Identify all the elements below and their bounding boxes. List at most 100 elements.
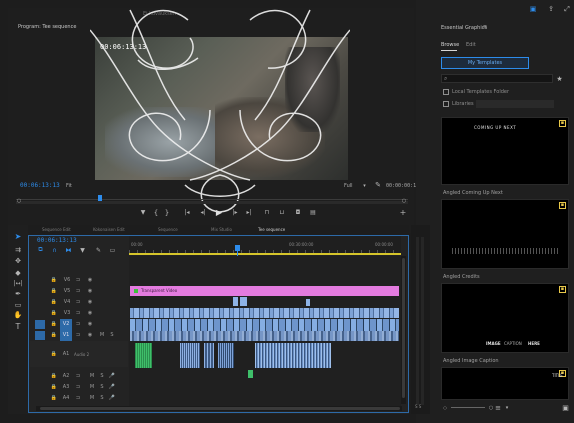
timeline-ruler[interactable]: 00:00 00:30:00:00 00:00:00	[129, 236, 401, 255]
type-tool-icon[interactable]: T	[12, 321, 24, 331]
solo-icon[interactable]: S	[98, 382, 106, 393]
eye-icon[interactable]: ◉	[86, 275, 94, 286]
new-layer-icon[interactable]: ▣	[561, 403, 570, 412]
lock-icon[interactable]: 🔒	[50, 393, 58, 404]
eye-icon[interactable]: ◉	[86, 308, 94, 319]
thumbnail-size-slider[interactable]	[451, 407, 485, 408]
go-to-in-icon[interactable]: |◂	[182, 207, 192, 218]
lock-icon[interactable]: 🔒	[50, 382, 58, 393]
left-handle-icon[interactable]: ○	[16, 198, 22, 204]
mic-icon[interactable]: 🎤	[108, 382, 116, 393]
lock-icon[interactable]: 🔒	[50, 286, 58, 297]
audio-clip[interactable]	[218, 343, 234, 368]
mic-icon[interactable]: 🎤	[108, 371, 116, 382]
lock-icon[interactable]: 🔒	[50, 319, 58, 330]
hand-tool-icon[interactable]: ✋	[12, 310, 24, 320]
button-editor-icon[interactable]: ▤	[308, 207, 318, 218]
libraries-dropdown[interactable]	[476, 100, 554, 108]
razor-tool-icon[interactable]: ◆	[12, 268, 24, 278]
pen-tool-icon[interactable]: ✒	[12, 289, 24, 299]
captions-icon[interactable]: ▭	[108, 246, 117, 254]
v3-clip[interactable]	[240, 297, 247, 306]
solo-icon[interactable]: S	[98, 393, 106, 404]
meter-solo-icon[interactable]: S S	[415, 405, 421, 409]
track-header-a3[interactable]: 🔒 A3 ⊐ M S 🎤	[30, 382, 128, 393]
slip-tool-icon[interactable]: |↔|	[12, 278, 24, 288]
fit-dropdown[interactable]: Fit	[66, 184, 72, 189]
track-select-tool-icon[interactable]: ⇉	[12, 245, 24, 255]
add-marker-icon[interactable]: ▼	[138, 207, 148, 218]
mute-icon[interactable]: M	[88, 371, 96, 382]
tab-browse[interactable]: Browse	[441, 43, 459, 48]
snap-icon[interactable]: ∩	[50, 246, 59, 254]
timeline-horizontal-scrollbar[interactable]	[36, 406, 402, 411]
step-back-icon[interactable]: ◂|	[198, 207, 208, 218]
rectangle-tool-icon[interactable]: ▭	[12, 300, 24, 310]
lock-icon[interactable]: 🔒	[50, 297, 58, 308]
track-header-a2[interactable]: 🔒 A2 ⊐ M S 🎤	[30, 371, 128, 382]
sync-icon[interactable]: ⊐	[74, 308, 82, 319]
eye-icon[interactable]: ◉	[86, 319, 94, 330]
lock-icon[interactable]: 🔒	[50, 308, 58, 319]
solo-icon[interactable]: S	[98, 371, 106, 382]
right-handle-icon[interactable]: ○	[401, 198, 407, 204]
step-forward-icon[interactable]: |▸	[230, 207, 240, 218]
resolution-dropdown[interactable]: Full	[344, 184, 353, 189]
my-templates-button[interactable]: My Templates	[441, 57, 529, 69]
v1-extra-strip[interactable]	[130, 331, 399, 341]
audio-clip-green-small[interactable]	[248, 370, 253, 378]
play-icon[interactable]: ▶	[214, 207, 224, 218]
timeline-tab-active[interactable]: Tee sequence	[258, 228, 285, 232]
lock-icon[interactable]: 🔒	[50, 371, 58, 382]
sync-icon[interactable]: ⊐	[74, 319, 82, 330]
audio-clip[interactable]	[204, 343, 214, 368]
search-input[interactable]: ⌕	[441, 74, 553, 83]
workspace-icon[interactable]: ▣	[528, 4, 538, 14]
work-area-bar[interactable]	[129, 253, 401, 255]
playhead-timecode[interactable]: 00:06:13:13	[20, 183, 60, 189]
template-card[interactable]: ▪ COMING UP NEXT	[441, 117, 569, 185]
audio-clip[interactable]	[255, 343, 331, 368]
lock-icon[interactable]: 🔒	[50, 275, 58, 286]
size-small-icon[interactable]: ○	[441, 403, 449, 412]
mic-icon[interactable]: 🎤	[108, 393, 116, 404]
v3-clip[interactable]	[233, 297, 238, 306]
timeline-tab[interactable]: Mix Studio	[211, 228, 232, 232]
sync-icon[interactable]: ⊐	[74, 275, 82, 286]
star-icon[interactable]: ★	[555, 74, 564, 83]
add-button-icon[interactable]: +	[398, 207, 408, 218]
camera-icon[interactable]: ◘	[293, 207, 303, 218]
sync-icon[interactable]: ⊐	[74, 286, 82, 297]
timeline-tab[interactable]: Sequence Edit	[42, 228, 71, 232]
source-patch[interactable]	[35, 331, 45, 340]
sync-icon[interactable]: ⊐	[74, 382, 82, 393]
eye-icon[interactable]: ◉	[86, 330, 94, 341]
source-patch[interactable]	[35, 320, 45, 329]
ripple-edit-tool-icon[interactable]: ✥	[12, 256, 24, 266]
local-templates-checkbox[interactable]	[443, 89, 449, 95]
track-header-v1[interactable]: 🔒 V1 ⊐ ◉ M S	[30, 330, 128, 341]
mark-in-icon[interactable]: {	[151, 207, 161, 218]
v2-clip-strip[interactable]	[130, 308, 399, 318]
track-header-v6[interactable]: 🔒 V6 ⊐ ◉	[30, 275, 128, 286]
selection-tool-icon[interactable]: ➤	[12, 231, 24, 241]
monitor-scroll-bar[interactable]	[16, 201, 408, 204]
lock-icon[interactable]: 🔒	[50, 349, 58, 360]
libraries-checkbox[interactable]	[443, 101, 449, 107]
mark-out-icon[interactable]: }	[162, 207, 172, 218]
audio-clip-green[interactable]	[135, 343, 152, 368]
timeline-timecode[interactable]: 00:06:13:13	[37, 238, 77, 244]
linked-selection-icon[interactable]: ⧓	[64, 246, 73, 254]
panel-menu-icon[interactable]: ≡	[481, 23, 489, 31]
fullscreen-icon[interactable]: ⤢	[562, 4, 572, 14]
solo-icon[interactable]: S	[108, 330, 116, 341]
mute-icon[interactable]: M	[88, 393, 96, 404]
nest-icon[interactable]: ⧉	[36, 246, 45, 254]
track-header-v3[interactable]: 🔒 V3 ⊐ ◉	[30, 308, 128, 319]
tab-edit[interactable]: Edit	[466, 43, 476, 48]
track-header-v2[interactable]: 🔒 V2 ⊐ ◉	[30, 319, 128, 330]
sort-icon[interactable]: ▾	[503, 403, 511, 412]
lift-icon[interactable]: ⊓	[262, 207, 272, 218]
template-card[interactable]: ▪	[441, 199, 569, 269]
sync-icon[interactable]: ⊐	[74, 371, 82, 382]
